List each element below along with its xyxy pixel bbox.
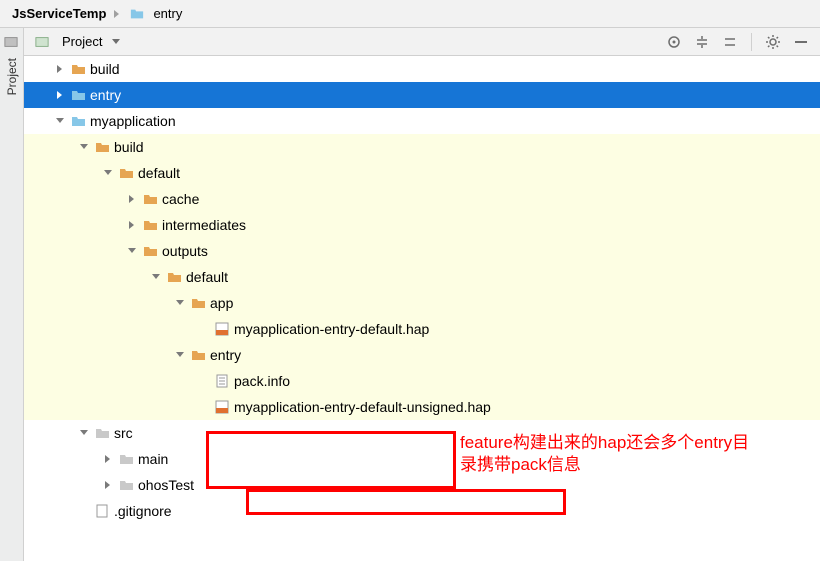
collapse-all-icon[interactable] — [719, 31, 741, 53]
folder-icon — [94, 425, 110, 441]
tree-node-build-2[interactable]: build — [24, 134, 820, 160]
chevron-right-icon[interactable] — [124, 217, 140, 233]
folder-icon — [118, 451, 134, 467]
tree-label: myapplication — [90, 110, 176, 132]
folder-icon — [118, 165, 134, 181]
chevron-down-icon[interactable] — [52, 113, 68, 129]
file-icon — [94, 503, 110, 519]
side-tab-project[interactable]: Project — [5, 58, 19, 95]
tree-label: entry — [90, 84, 121, 106]
chevron-right-icon[interactable] — [100, 451, 116, 467]
dropdown-caret-icon[interactable] — [112, 39, 120, 44]
tree-label: build — [90, 58, 120, 80]
breadcrumb-root[interactable]: JsServiceTemp — [8, 6, 110, 21]
tree-node-entry-2[interactable]: entry — [24, 342, 820, 368]
breadcrumb-root-label: JsServiceTemp — [12, 6, 106, 21]
folder-icon — [70, 61, 86, 77]
side-tool-window-bar: Project — [0, 28, 24, 561]
tree-node-intermediates[interactable]: intermediates — [24, 212, 820, 238]
tree-label: src — [114, 422, 133, 444]
tree-node-outputs[interactable]: outputs — [24, 238, 820, 264]
chevron-right-icon[interactable] — [52, 61, 68, 77]
tree-node-packinfo[interactable]: pack.info — [24, 368, 820, 394]
module-folder-icon — [70, 87, 86, 103]
tree-label: cache — [162, 188, 199, 210]
project-icon[interactable] — [3, 34, 19, 50]
folder-icon — [142, 191, 158, 207]
chevron-right-icon[interactable] — [52, 87, 68, 103]
chevron-down-icon[interactable] — [76, 425, 92, 441]
tree-label: main — [138, 448, 168, 470]
chevron-right-icon[interactable] — [124, 191, 140, 207]
tree-label: default — [138, 162, 180, 184]
chevron-down-icon[interactable] — [148, 269, 164, 285]
breadcrumb-child-label: entry — [153, 6, 182, 21]
tree-label: intermediates — [162, 214, 246, 236]
tree-label: pack.info — [234, 370, 290, 392]
tree-label: .gitignore — [114, 500, 172, 522]
file-icon — [214, 373, 230, 389]
chevron-right-icon — [114, 10, 119, 18]
tree-label: ohosTest — [138, 474, 194, 496]
breadcrumb: JsServiceTemp entry — [0, 0, 820, 28]
tree-node-cache[interactable]: cache — [24, 186, 820, 212]
tree-label: build — [114, 136, 144, 158]
tree-node-default[interactable]: default — [24, 160, 820, 186]
panel-title: Project — [62, 34, 102, 49]
tree-node-myapplication[interactable]: myapplication — [24, 108, 820, 134]
project-panel-header: Project — [24, 28, 820, 56]
folder-icon — [118, 477, 134, 493]
folder-icon — [142, 243, 158, 259]
gear-icon[interactable] — [762, 31, 784, 53]
tree-label: entry — [210, 344, 241, 366]
chevron-right-icon[interactable] — [100, 477, 116, 493]
tree-node-default-2[interactable]: default — [24, 264, 820, 290]
hap-file-icon — [214, 399, 230, 415]
chevron-down-icon[interactable] — [76, 139, 92, 155]
tree-label: app — [210, 292, 233, 314]
annotation-text: feature构建出来的hap还会多个entry目录携带pack信息 — [460, 432, 760, 476]
project-view-icon — [34, 34, 50, 50]
tree-label: myapplication-entry-default.hap — [234, 318, 429, 340]
expand-all-icon[interactable] — [691, 31, 713, 53]
folder-icon — [129, 6, 145, 22]
module-folder-icon — [70, 113, 86, 129]
locate-icon[interactable] — [663, 31, 685, 53]
folder-icon — [190, 347, 206, 363]
tree-label: outputs — [162, 240, 208, 262]
tree-node-entry[interactable]: entry — [24, 82, 820, 108]
folder-icon — [166, 269, 182, 285]
tree-label: default — [186, 266, 228, 288]
breadcrumb-child[interactable]: entry — [123, 6, 186, 22]
separator — [751, 33, 752, 51]
chevron-down-icon[interactable] — [100, 165, 116, 181]
chevron-down-icon[interactable] — [172, 347, 188, 363]
tree-node-build[interactable]: build — [24, 56, 820, 82]
tree-node-gitignore[interactable]: .gitignore — [24, 498, 820, 524]
tree-label: myapplication-entry-default-unsigned.hap — [234, 396, 491, 418]
hap-file-icon — [214, 321, 230, 337]
chevron-down-icon[interactable] — [172, 295, 188, 311]
tree-node-hap-1[interactable]: myapplication-entry-default.hap — [24, 316, 820, 342]
tree-node-app[interactable]: app — [24, 290, 820, 316]
tree-node-hap-2[interactable]: myapplication-entry-default-unsigned.hap — [24, 394, 820, 420]
folder-icon — [94, 139, 110, 155]
folder-icon — [142, 217, 158, 233]
hide-icon[interactable] — [790, 31, 812, 53]
chevron-down-icon[interactable] — [124, 243, 140, 259]
folder-icon — [190, 295, 206, 311]
